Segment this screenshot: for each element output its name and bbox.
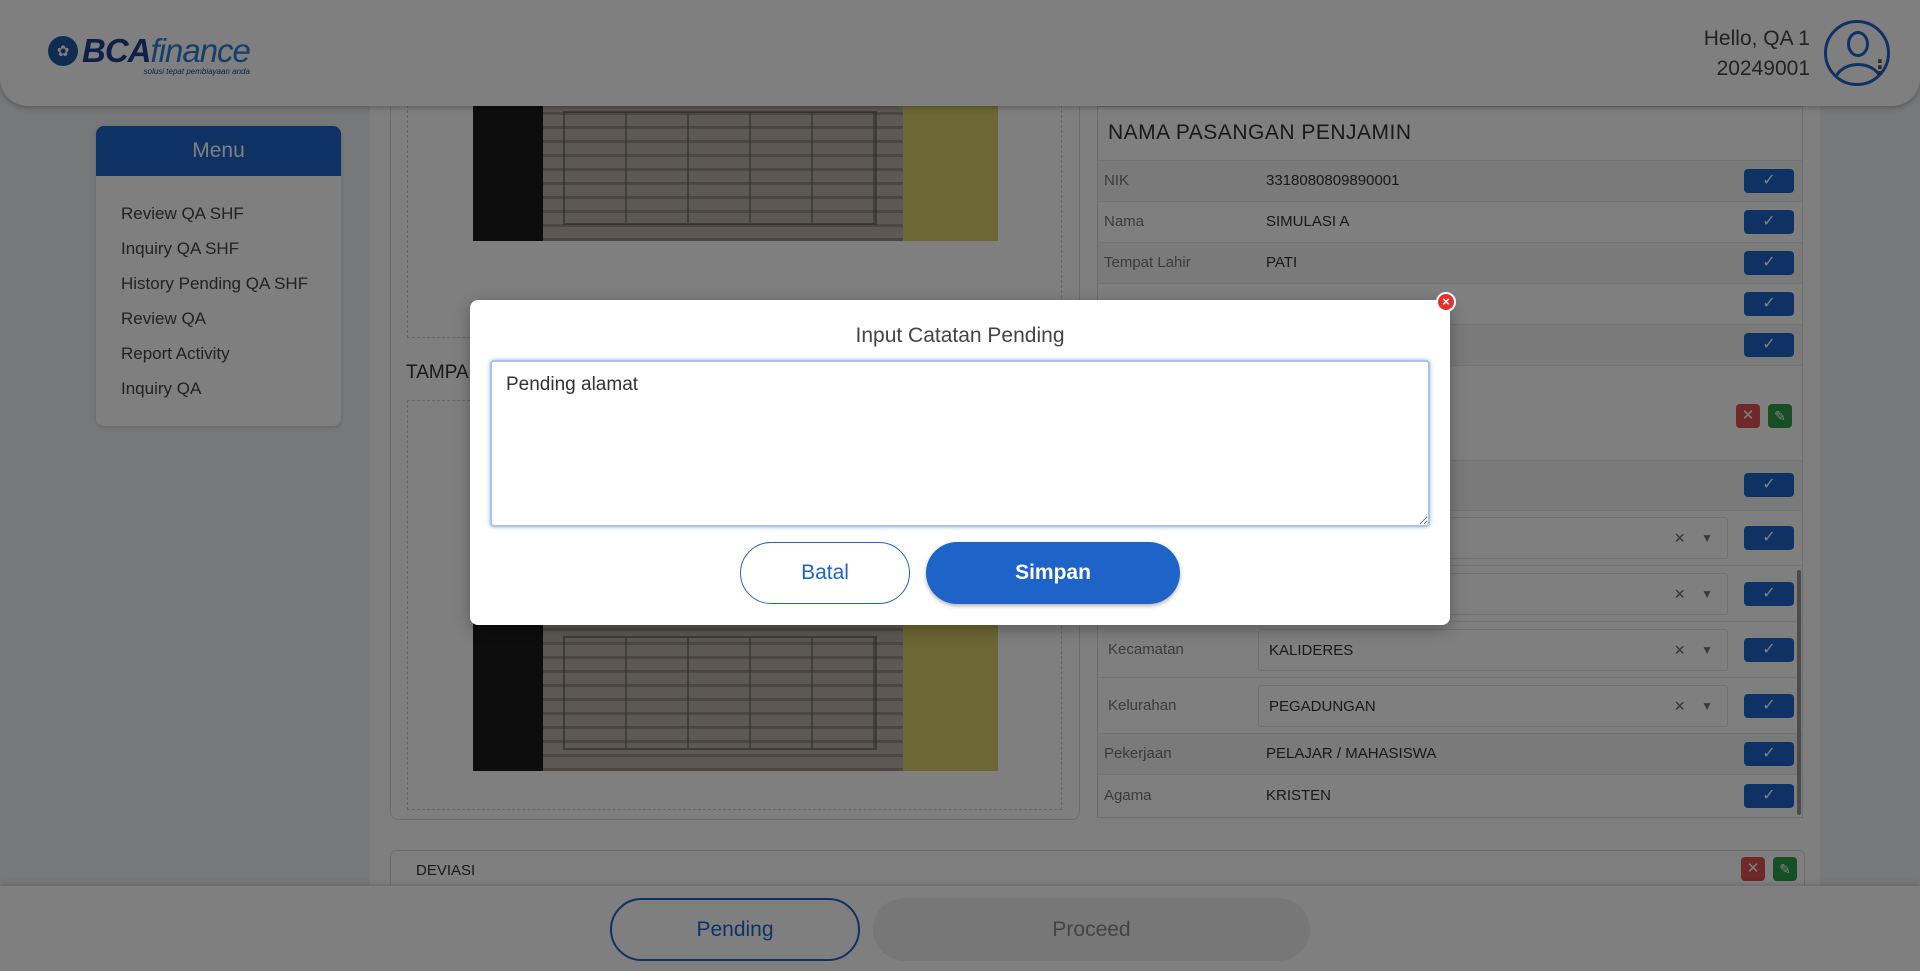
pending-note-textarea[interactable] <box>490 360 1430 527</box>
cancel-button[interactable]: Batal <box>740 542 910 604</box>
close-icon[interactable]: × <box>1436 292 1456 312</box>
save-button[interactable]: Simpan <box>926 542 1180 604</box>
dialog-title: Input Catatan Pending <box>855 324 1065 347</box>
pending-note-dialog: Input Catatan Pending Batal Simpan <box>470 300 1450 625</box>
